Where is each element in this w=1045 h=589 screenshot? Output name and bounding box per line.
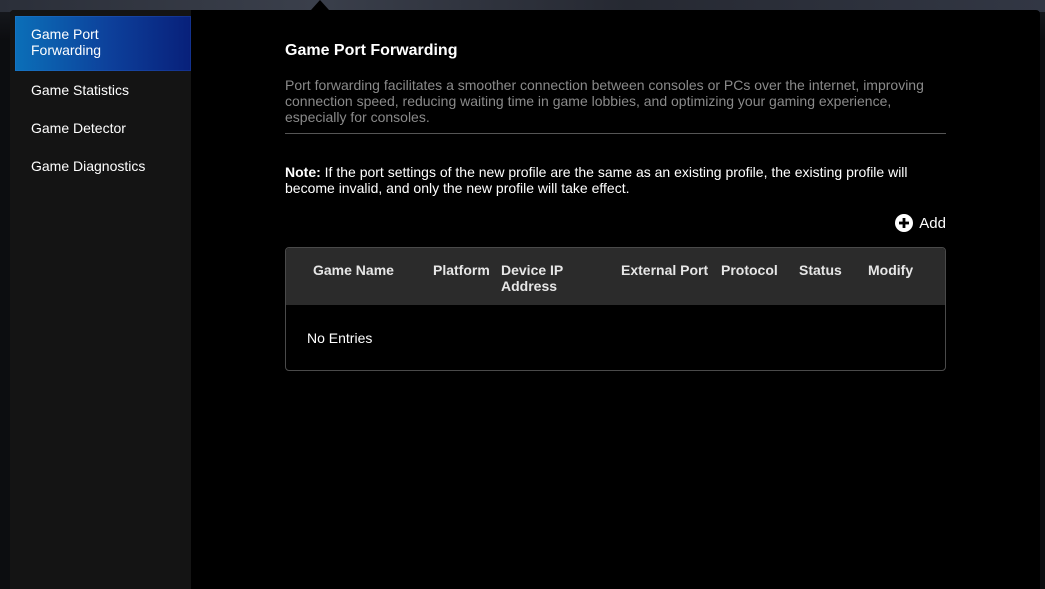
add-button-label: Add <box>919 214 946 232</box>
plus-circle-icon <box>895 214 914 232</box>
column-header-protocol: Protocol <box>721 262 778 278</box>
column-header-device-ip-address: Device IP Address <box>501 262 564 294</box>
menu-pointer-arrow <box>311 0 329 10</box>
sidebar-item-label-line2: Forwarding <box>31 42 102 58</box>
add-button[interactable]: Add <box>895 214 946 232</box>
app-window: Game Port Forwarding Game Statistics Gam… <box>0 0 1045 589</box>
empty-state-text: No Entries <box>307 330 373 346</box>
sidebar: Game Port Forwarding Game Statistics Gam… <box>10 10 191 589</box>
sidebar-item-game-diagnostics[interactable]: Game Diagnostics <box>15 147 191 185</box>
column-header-platform: Platform <box>433 262 490 278</box>
settings-panel: Game Port Forwarding Game Statistics Gam… <box>10 10 1040 589</box>
sidebar-item-label: Game Diagnostics <box>31 158 146 174</box>
sidebar-item-label-line1: Game Port <box>31 26 99 42</box>
page-title: Game Port Forwarding <box>285 42 458 59</box>
column-header-game-name: Game Name <box>313 262 394 278</box>
note-body: If the port settings of the new profile … <box>285 164 908 196</box>
page-description: Port forwarding facilitates a smoother c… <box>285 77 924 125</box>
table-body: No Entries <box>286 305 945 370</box>
column-header-modify: Modify <box>868 262 914 278</box>
sidebar-item-game-detector[interactable]: Game Detector <box>15 109 191 147</box>
column-header-status: Status <box>799 262 842 278</box>
port-forwarding-table: Game Name Platform Device IP Address Ext… <box>285 247 946 371</box>
note-label: Note: <box>285 164 321 180</box>
sidebar-item-label: Game Statistics <box>31 82 130 98</box>
note-text: Note: If the port settings of the new pr… <box>285 164 946 196</box>
sidebar-item-game-port-forwarding[interactable]: Game Port Forwarding <box>15 16 191 71</box>
sidebar-item-label: Game Detector <box>31 120 126 136</box>
column-header-external-port: External Port <box>621 262 709 278</box>
table-header: Game Name Platform Device IP Address Ext… <box>286 248 945 305</box>
section-divider <box>285 133 946 134</box>
sidebar-item-game-statistics[interactable]: Game Statistics <box>15 71 191 109</box>
